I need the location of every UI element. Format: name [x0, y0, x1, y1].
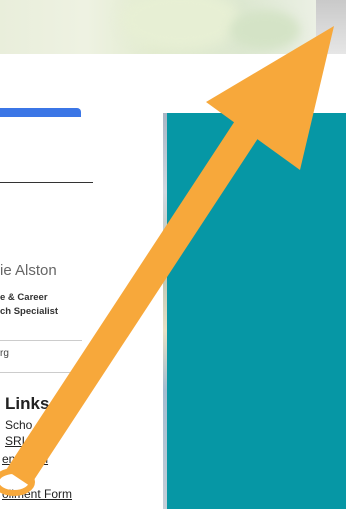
divider [0, 372, 82, 373]
link-item[interactable]: ollment Form [2, 487, 72, 501]
search-input-underline[interactable] [0, 182, 93, 183]
staff-title: e & Career ch Specialist [0, 291, 58, 319]
teal-content-panel [167, 113, 346, 509]
active-nav-tab[interactable] [0, 108, 81, 117]
divider [0, 340, 82, 341]
staff-detail-text: rg [0, 348, 9, 359]
header-banner-image [0, 0, 346, 54]
staff-title-line2: ch Specialist [0, 306, 59, 317]
link-item[interactable]: Scho [5, 418, 32, 432]
staff-name: ie Alston [0, 262, 57, 279]
link-item[interactable]: SRI [5, 434, 25, 448]
link-item[interactable]: endation [2, 452, 48, 466]
links-heading: Links [5, 394, 50, 413]
banner-corner [316, 0, 346, 54]
staff-title-line1: e & Career [0, 292, 48, 303]
